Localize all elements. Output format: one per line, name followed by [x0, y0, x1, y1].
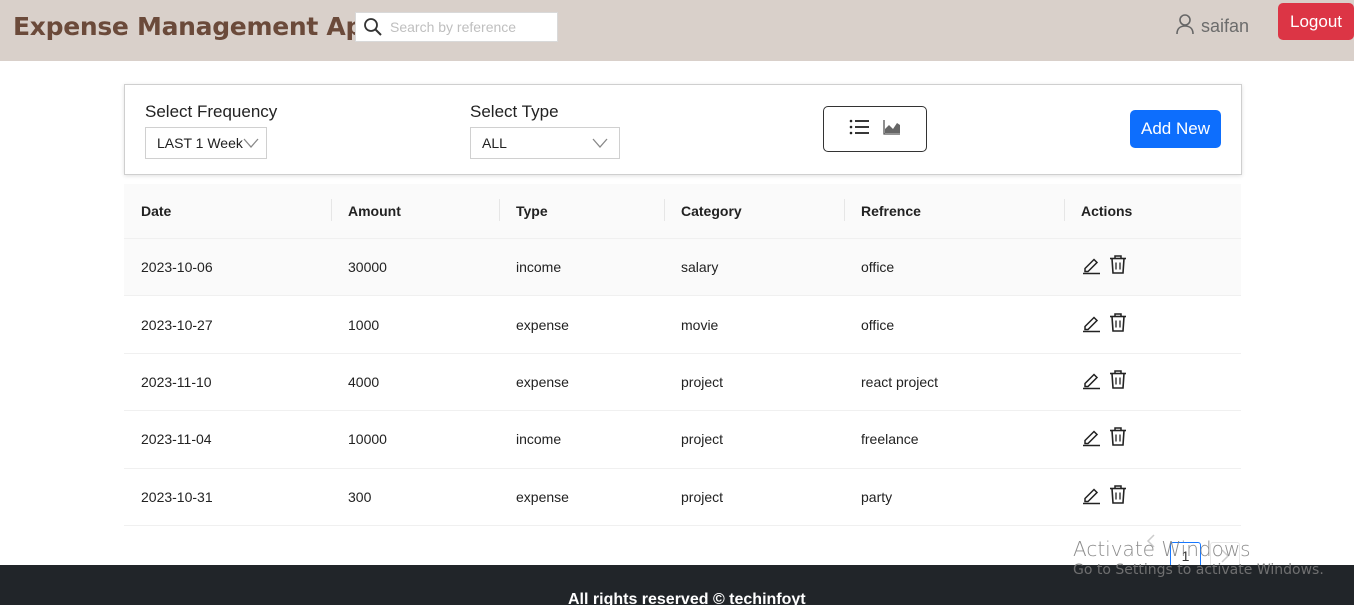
search-input[interactable]	[390, 19, 550, 35]
username: saifan	[1201, 16, 1250, 36]
cell-type: income	[516, 431, 562, 448]
delete-icon[interactable]	[1109, 255, 1127, 280]
view-toggle	[823, 106, 927, 152]
cell-reference: office	[861, 316, 895, 333]
chevron-down-icon	[591, 134, 609, 155]
frequency-label: Select Frequency	[145, 102, 278, 121]
frequency-select[interactable]: LAST 1 Week	[145, 127, 267, 159]
cell-category: project	[681, 431, 724, 448]
cell-category: salary	[681, 259, 719, 276]
list-view-icon[interactable]	[849, 119, 869, 140]
cell-category: movie	[681, 316, 719, 333]
type-select[interactable]: ALL	[470, 127, 620, 159]
logout-button[interactable]: Logout	[1278, 3, 1354, 40]
type-value: ALL	[482, 135, 507, 151]
cell-amount: 30000	[348, 259, 387, 276]
table-row: 2023-10-06 30000 income salary office	[124, 239, 1241, 297]
search-icon	[356, 13, 390, 41]
edit-icon[interactable]	[1081, 484, 1101, 509]
app-title[interactable]: Expense Management App	[13, 12, 381, 41]
column-header-type[interactable]: Type	[516, 203, 548, 219]
cell-date: 2023-10-31	[141, 488, 213, 505]
chevron-down-icon	[242, 134, 260, 155]
row-actions	[1081, 427, 1127, 452]
cell-amount: 1000	[348, 316, 380, 333]
footer-text: All rights reserved © techinfoyt	[568, 591, 806, 608]
edit-icon[interactable]	[1081, 427, 1101, 452]
table-header: Date Amount Type Category Refrence Actio…	[124, 184, 1241, 239]
table-row: 2023-10-31 300 expense project party	[124, 469, 1241, 526]
row-actions	[1081, 369, 1127, 394]
column-header-amount[interactable]: Amount	[348, 203, 401, 219]
delete-icon[interactable]	[1109, 369, 1127, 394]
user-icon	[1175, 13, 1195, 40]
edit-icon[interactable]	[1081, 255, 1101, 280]
edit-icon[interactable]	[1081, 312, 1101, 337]
row-actions	[1081, 255, 1127, 280]
cell-reference: party	[861, 488, 893, 505]
cell-type: expense	[516, 488, 569, 505]
search-box[interactable]	[355, 12, 558, 42]
type-label: Select Type	[470, 102, 559, 121]
table-row: 2023-10-27 1000 expense movie office	[124, 296, 1241, 354]
cell-amount: 4000	[348, 373, 380, 390]
cell-date: 2023-11-10	[141, 373, 212, 390]
table-row: 2023-11-04 10000 income project freelance	[124, 411, 1241, 469]
cell-reference: freelance	[861, 431, 919, 448]
column-header-reference[interactable]: Refrence	[861, 203, 921, 219]
cell-date: 2023-11-04	[141, 431, 212, 448]
cell-date: 2023-10-27	[141, 316, 213, 333]
row-actions	[1081, 484, 1127, 509]
delete-icon[interactable]	[1109, 312, 1127, 337]
navbar: Expense Management App saifan Logout	[0, 0, 1354, 61]
column-header-date[interactable]: Date	[141, 203, 171, 219]
delete-icon[interactable]	[1109, 484, 1127, 509]
cell-amount: 10000	[348, 431, 387, 448]
table-body: 2023-10-06 30000 income salary office 2023-10…	[124, 239, 1241, 526]
add-new-button[interactable]: Add New	[1130, 110, 1221, 148]
activation-watermark-subtitle: Go to Settings to activate Windows.	[1073, 562, 1324, 578]
frequency-value: LAST 1 Week	[157, 135, 243, 151]
column-header-actions: Actions	[1081, 203, 1133, 219]
cell-category: project	[681, 373, 724, 390]
filters-panel: Select Frequency LAST 1 Week Select Type…	[124, 84, 1242, 175]
cell-reference: office	[861, 259, 895, 276]
edit-icon[interactable]	[1081, 369, 1101, 394]
cell-type: expense	[516, 373, 569, 390]
cell-amount: 300	[348, 488, 372, 505]
cell-type: expense	[516, 316, 569, 333]
cell-date: 2023-10-06	[141, 259, 213, 276]
transactions-table: Date Amount Type Category Refrence Actio…	[124, 184, 1241, 526]
activation-watermark-title: Activate Windows	[1073, 537, 1251, 561]
delete-icon[interactable]	[1109, 427, 1127, 452]
table-row: 2023-11-10 4000 expense project react projec…	[124, 354, 1241, 412]
cell-type: income	[516, 259, 562, 276]
row-actions	[1081, 312, 1127, 337]
chart-view-icon[interactable]	[883, 119, 901, 140]
user-menu[interactable]: saifan	[1175, 13, 1249, 40]
column-header-category[interactable]: Category	[681, 203, 742, 219]
cell-reference: react project	[861, 373, 939, 390]
cell-category: project	[681, 488, 724, 505]
